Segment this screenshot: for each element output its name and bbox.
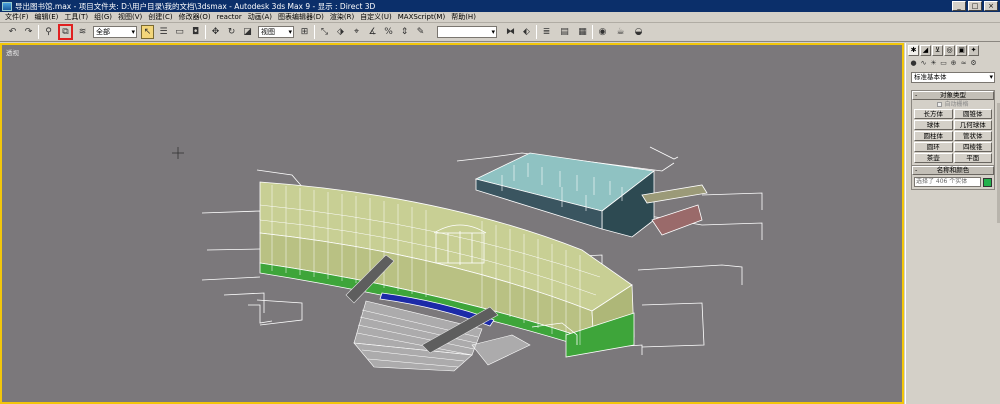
tube-button[interactable]: 管状体 — [953, 131, 992, 141]
scene-canvas[interactable] — [2, 45, 902, 402]
mirror-icon[interactable]: ⧓ — [504, 25, 517, 39]
menu-create[interactable]: 创建(C) — [145, 12, 175, 22]
object-type-header[interactable]: - 对象类型 — [912, 91, 994, 100]
geosphere-button[interactable]: 几何球体 — [953, 120, 992, 130]
object-type-rollout: - 对象类型 自动栅格 长方体 圆锥体 球体 几何球体 圆柱体 管状体 圆环 四… — [911, 90, 995, 166]
collapse-icon: - — [915, 166, 918, 174]
selection-filter-dropdown[interactable]: 全部 — [93, 26, 137, 38]
name-and-color-header[interactable]: - 名称和颜色 — [912, 166, 994, 175]
undo-icon[interactable]: ↶ — [6, 25, 19, 39]
align-icon[interactable]: ⬖ — [520, 25, 533, 39]
plane-button[interactable]: 平面 — [953, 153, 992, 163]
layer-manager-icon[interactable]: ≣ — [540, 25, 553, 39]
window-crossing-icon[interactable]: ◘ — [189, 25, 202, 39]
collapse-icon: - — [915, 91, 918, 99]
pyramid-button[interactable]: 四棱锥 — [953, 142, 992, 152]
menu-reactor[interactable]: reactor — [214, 13, 245, 21]
modify-tab-icon[interactable]: ◢ — [920, 45, 931, 56]
keyboard-shortcut-override-icon[interactable]: ⬗ — [334, 25, 347, 39]
rectangular-selection-icon[interactable]: ▭ — [173, 25, 186, 39]
toolbar-separator — [536, 25, 537, 39]
close-button[interactable]: × — [984, 1, 998, 11]
unlink-selection-icon[interactable]: ⧉ — [58, 24, 73, 40]
menu-customize[interactable]: 自定义(U) — [357, 12, 395, 22]
lights-icon[interactable]: ☀ — [929, 59, 938, 68]
cylinder-button[interactable]: 圆柱体 — [914, 131, 953, 141]
back-building — [474, 152, 708, 238]
object-color-swatch[interactable] — [983, 177, 992, 187]
command-panel: ✱ ◢ ⊻ ◎ ▣ ✦ ● ∿ ☀ ▭ ⊕ ≈ ⚙ 标准基本体 - 对象类型 自… — [905, 43, 1000, 404]
title-bar: 导出图书馆.max - 项目文件夹: D:\用户目录\我的文档\3dsmax -… — [0, 0, 1000, 12]
checkbox-icon — [937, 102, 943, 107]
primitive-category-dropdown[interactable]: 标准基本体 — [911, 72, 995, 83]
material-editor-icon[interactable]: ◉ — [596, 25, 609, 39]
select-and-manipulate-icon[interactable]: ⤡ — [318, 25, 331, 39]
sphere-button[interactable]: 球体 — [914, 120, 953, 130]
spinner-snap-icon[interactable]: ⇕ — [398, 25, 411, 39]
cone-button[interactable]: 圆锥体 — [953, 109, 992, 119]
toolbar-separator — [592, 25, 593, 39]
select-object-icon[interactable]: ↖ — [141, 25, 154, 39]
window-title: 导出图书馆.max - 项目文件夹: D:\用户目录\我的文档\3dsmax -… — [15, 1, 376, 11]
angle-snap-icon[interactable]: ∡ — [366, 25, 379, 39]
toolbar-separator — [205, 25, 206, 39]
menu-animation[interactable]: 动画(A) — [245, 12, 275, 22]
perspective-viewport[interactable]: 透视 — [0, 43, 904, 404]
menu-help[interactable]: 帮助(H) — [448, 12, 479, 22]
menu-views[interactable]: 视图(V) — [115, 12, 145, 22]
curve-editor-icon[interactable]: ▤ — [558, 25, 571, 39]
motion-tab-icon[interactable]: ◎ — [944, 45, 955, 56]
name-and-color-rollout: - 名称和颜色 选择了 406 个实体 — [911, 165, 995, 190]
select-and-scale-icon[interactable]: ◪ — [241, 25, 254, 39]
app-icon — [2, 1, 12, 11]
menu-tools[interactable]: 工具(T) — [61, 12, 91, 22]
box-button[interactable]: 长方体 — [914, 109, 953, 119]
select-and-link-icon[interactable]: ⚲ — [42, 25, 55, 39]
edit-named-selection-icon[interactable]: ✎ — [414, 25, 427, 39]
helpers-icon[interactable]: ⊕ — [949, 59, 958, 68]
render-scene-icon[interactable]: ☕ — [614, 25, 627, 39]
menu-group[interactable]: 组(G) — [91, 12, 115, 22]
select-and-rotate-icon[interactable]: ↻ — [225, 25, 238, 39]
redo-icon[interactable]: ↷ — [22, 25, 35, 39]
bind-to-space-warp-icon[interactable]: ≋ — [76, 25, 89, 39]
percent-snap-icon[interactable]: % — [382, 25, 395, 39]
display-tab-icon[interactable]: ▣ — [956, 45, 967, 56]
snaps-toggle-icon[interactable]: ⌖ — [350, 25, 363, 39]
toolbar-separator — [314, 25, 315, 39]
schematic-view-icon[interactable]: ▦ — [576, 25, 589, 39]
reference-coordinate-dropdown[interactable]: 视图 — [258, 26, 294, 38]
named-selection-dropdown[interactable] — [437, 26, 497, 38]
select-by-name-icon[interactable]: ☰ — [157, 25, 170, 39]
menu-rendering[interactable]: 渲染(R) — [327, 12, 357, 22]
menu-edit[interactable]: 编辑(E) — [32, 12, 62, 22]
pivot-center-icon[interactable]: ⊞ — [298, 25, 311, 39]
shapes-icon[interactable]: ∿ — [919, 59, 928, 68]
select-and-move-icon[interactable]: ✥ — [209, 25, 222, 39]
hierarchy-tab-icon[interactable]: ⊻ — [932, 45, 943, 56]
utilities-tab-icon[interactable]: ✦ — [968, 45, 979, 56]
menu-file[interactable]: 文件(F) — [2, 12, 32, 22]
space-warps-icon[interactable]: ≈ — [959, 59, 968, 68]
toolbar-separator — [38, 25, 39, 39]
menu-modifiers[interactable]: 修改器(O) — [176, 12, 214, 22]
menu-bar: 文件(F) 编辑(E) 工具(T) 组(G) 视图(V) 创建(C) 修改器(O… — [0, 12, 1000, 23]
object-name-field[interactable]: 选择了 406 个实体 — [914, 177, 981, 187]
torus-button[interactable]: 圆环 — [914, 142, 953, 152]
maximize-button[interactable]: □ — [968, 1, 982, 11]
menu-maxscript[interactable]: MAXScript(M) — [395, 13, 448, 21]
systems-icon[interactable]: ⚙ — [969, 59, 978, 68]
cameras-icon[interactable]: ▭ — [939, 59, 948, 68]
create-tab-icon[interactable]: ✱ — [908, 45, 919, 56]
menu-graph-editors[interactable]: 图表编辑器(D) — [275, 12, 327, 22]
geometry-icon[interactable]: ● — [909, 59, 918, 68]
main-toolbar: ↶ ↷ ⚲ ⧉ ≋ 全部 ↖ ☰ ▭ ◘ ✥ ↻ ◪ 视图 ⊞ ⤡ ⬗ ⌖ ∡ … — [0, 23, 1000, 42]
quick-render-icon[interactable]: ◒ — [632, 25, 645, 39]
minimize-button[interactable]: _ — [952, 1, 966, 11]
teapot-button[interactable]: 茶壶 — [914, 153, 953, 163]
autogrid-checkbox[interactable]: 自动栅格 — [912, 100, 994, 109]
pivot-marker-icon — [172, 147, 184, 159]
